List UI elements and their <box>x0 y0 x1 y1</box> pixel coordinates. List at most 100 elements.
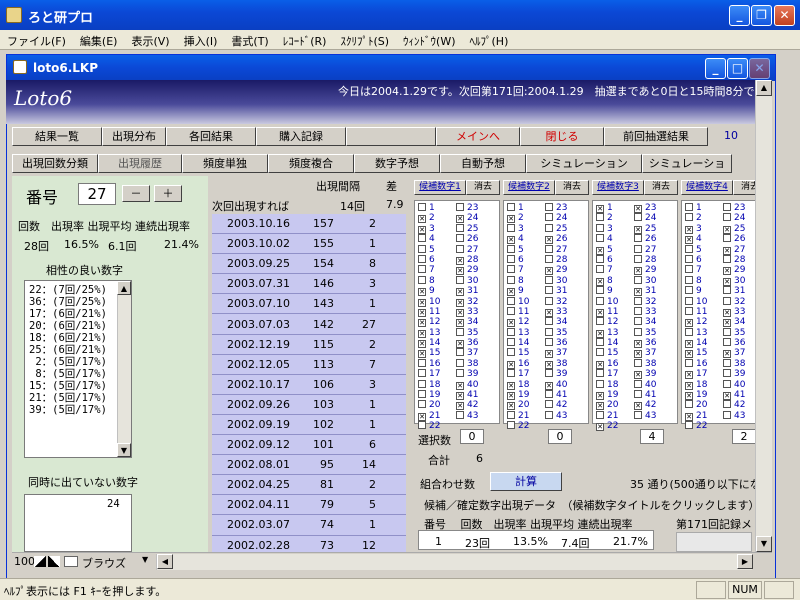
checkbox-icon[interactable] <box>596 223 604 232</box>
number-checkbox[interactable]: ✕ 26 <box>545 234 583 245</box>
checkbox-icon[interactable]: ✕ <box>418 225 426 234</box>
number-checkbox[interactable]: 39 <box>456 369 494 379</box>
number-checkbox[interactable]: ✕ 40 <box>456 380 494 390</box>
zoom-in-icon[interactable] <box>48 556 60 567</box>
document-hscrollbar[interactable]: ◀ ▶ <box>156 554 753 570</box>
candidate-clear-button[interactable]: 消去 <box>644 180 678 195</box>
nav2-button-4[interactable]: 数字予想 <box>354 154 440 173</box>
number-checkbox[interactable]: 22 <box>418 421 456 431</box>
scroll-down-icon[interactable]: ▼ <box>117 443 131 457</box>
checkbox-icon[interactable]: ✕ <box>596 423 604 432</box>
number-checkbox[interactable]: 3 <box>507 223 545 234</box>
checkbox-icon[interactable] <box>596 254 604 263</box>
number-checkbox[interactable]: 16 <box>685 358 723 369</box>
number-checkbox[interactable]: 6 <box>685 254 723 265</box>
checkbox-icon[interactable]: ✕ <box>596 246 604 255</box>
compat-list-item[interactable]: 15：(5回/17%) <box>29 380 107 392</box>
checkbox-icon[interactable]: ✕ <box>418 340 426 349</box>
checkbox-icon[interactable] <box>634 410 642 419</box>
checkbox-icon[interactable] <box>685 213 693 222</box>
checkbox-icon[interactable] <box>456 358 464 367</box>
checkbox-icon[interactable] <box>456 275 464 284</box>
checkbox-icon[interactable] <box>456 203 464 211</box>
number-checkbox[interactable]: ✕ 12 <box>685 317 723 328</box>
checkbox-icon[interactable] <box>507 369 515 378</box>
number-checkbox[interactable]: ✕ 41 <box>456 390 494 401</box>
nav1-button-0[interactable]: 結果一覧 <box>12 127 102 146</box>
number-checkbox[interactable]: 20 <box>685 400 723 410</box>
checkbox-icon[interactable] <box>507 223 515 232</box>
checkbox-icon[interactable] <box>685 400 693 409</box>
number-checkbox[interactable]: 35 <box>456 327 494 338</box>
number-checkbox[interactable]: 2 <box>685 213 723 223</box>
checkbox-icon[interactable] <box>507 348 515 357</box>
checkbox-icon[interactable] <box>545 254 553 263</box>
number-field[interactable]: 27 <box>78 183 116 205</box>
checkbox-icon[interactable] <box>723 203 731 211</box>
number-checkbox[interactable]: ✕ 15 <box>685 348 723 359</box>
checkbox-icon[interactable] <box>634 358 642 367</box>
number-checkbox[interactable]: ✕ 16 <box>596 359 634 369</box>
checkbox-icon[interactable] <box>456 223 464 232</box>
number-checkbox[interactable]: 42 <box>545 400 583 410</box>
checkbox-icon[interactable] <box>723 327 731 336</box>
checkbox-icon[interactable]: ✕ <box>723 267 731 276</box>
checkbox-icon[interactable]: ✕ <box>545 381 553 390</box>
number-checkbox[interactable]: 11 <box>685 306 723 317</box>
checkbox-icon[interactable] <box>723 296 731 305</box>
number-checkbox[interactable]: ✕ 12 <box>507 317 545 328</box>
number-checkbox[interactable]: ✕ 33 <box>456 307 494 317</box>
checkbox-icon[interactable]: ✕ <box>507 402 515 411</box>
history-row[interactable]: 2002.02.28 73 12 <box>212 536 406 553</box>
number-checkbox[interactable]: 13 <box>685 327 723 338</box>
checkbox-icon[interactable] <box>545 327 553 336</box>
number-checkbox[interactable]: 6 <box>596 254 634 265</box>
checkbox-icon[interactable]: ✕ <box>723 308 731 317</box>
checkbox-icon[interactable] <box>545 286 553 295</box>
checkbox-icon[interactable] <box>418 275 426 284</box>
number-checkbox[interactable]: 26 <box>634 234 672 244</box>
checkbox-icon[interactable]: ✕ <box>456 402 464 411</box>
number-checkbox[interactable]: ✕ 18 <box>507 380 545 390</box>
zoom-level[interactable]: 100 <box>14 555 35 568</box>
layout-icon[interactable] <box>64 556 78 567</box>
checkbox-icon[interactable] <box>634 275 642 284</box>
checkbox-icon[interactable]: ✕ <box>545 267 553 276</box>
checkbox-icon[interactable] <box>685 286 693 295</box>
checkbox-icon[interactable]: ✕ <box>545 236 553 245</box>
checkbox-icon[interactable] <box>545 390 553 399</box>
number-checkbox[interactable]: 34 <box>634 317 672 327</box>
checkbox-icon[interactable]: ✕ <box>545 350 553 359</box>
number-checkbox[interactable]: ✕ 19 <box>596 390 634 401</box>
number-checkbox[interactable]: 20 <box>418 400 456 410</box>
checkbox-icon[interactable] <box>545 203 553 211</box>
checkbox-icon[interactable] <box>418 265 426 274</box>
compat-list-item[interactable]: 25：(6回/21%) <box>29 344 107 356</box>
nav1-button-3[interactable]: 購入記録 <box>256 127 346 146</box>
checkbox-icon[interactable]: ✕ <box>596 308 604 317</box>
number-checkbox[interactable]: 7 <box>685 265 723 275</box>
checkbox-icon[interactable] <box>418 421 426 430</box>
checkbox-icon[interactable]: ✕ <box>418 329 426 338</box>
menu-item-5[interactable]: ﾚｺｰﾄﾞ(R) <box>276 30 334 52</box>
nav2-button-2[interactable]: 頻度単独 <box>182 154 268 173</box>
checkbox-icon[interactable]: ✕ <box>418 308 426 317</box>
checkbox-icon[interactable] <box>596 296 604 305</box>
hscroll-right-icon[interactable]: ▶ <box>737 554 753 569</box>
number-checkbox[interactable]: ✕ 36 <box>456 338 494 349</box>
number-checkbox[interactable]: ✕ 20 <box>507 400 545 411</box>
checkbox-icon[interactable] <box>456 234 464 243</box>
history-row[interactable]: 2002.04.25 81 2 <box>212 475 406 496</box>
record-memo-field[interactable] <box>676 532 752 552</box>
compat-list-item[interactable]: 21：(5回/17%) <box>29 392 107 404</box>
number-checkbox[interactable]: ✕ 39 <box>634 369 672 380</box>
number-checkbox[interactable]: ✕ 2 <box>507 213 545 224</box>
number-checkbox[interactable]: 21 <box>596 410 634 421</box>
checkbox-icon[interactable]: ✕ <box>634 350 642 359</box>
history-row[interactable]: 2003.09.25 154 8 <box>212 254 406 275</box>
number-checkbox[interactable]: 17 <box>507 369 545 379</box>
close-button[interactable]: ✕ <box>774 5 795 26</box>
checkbox-icon[interactable]: ✕ <box>456 288 464 297</box>
checkbox-icon[interactable] <box>545 223 553 232</box>
checkbox-icon[interactable]: ✕ <box>507 392 515 401</box>
